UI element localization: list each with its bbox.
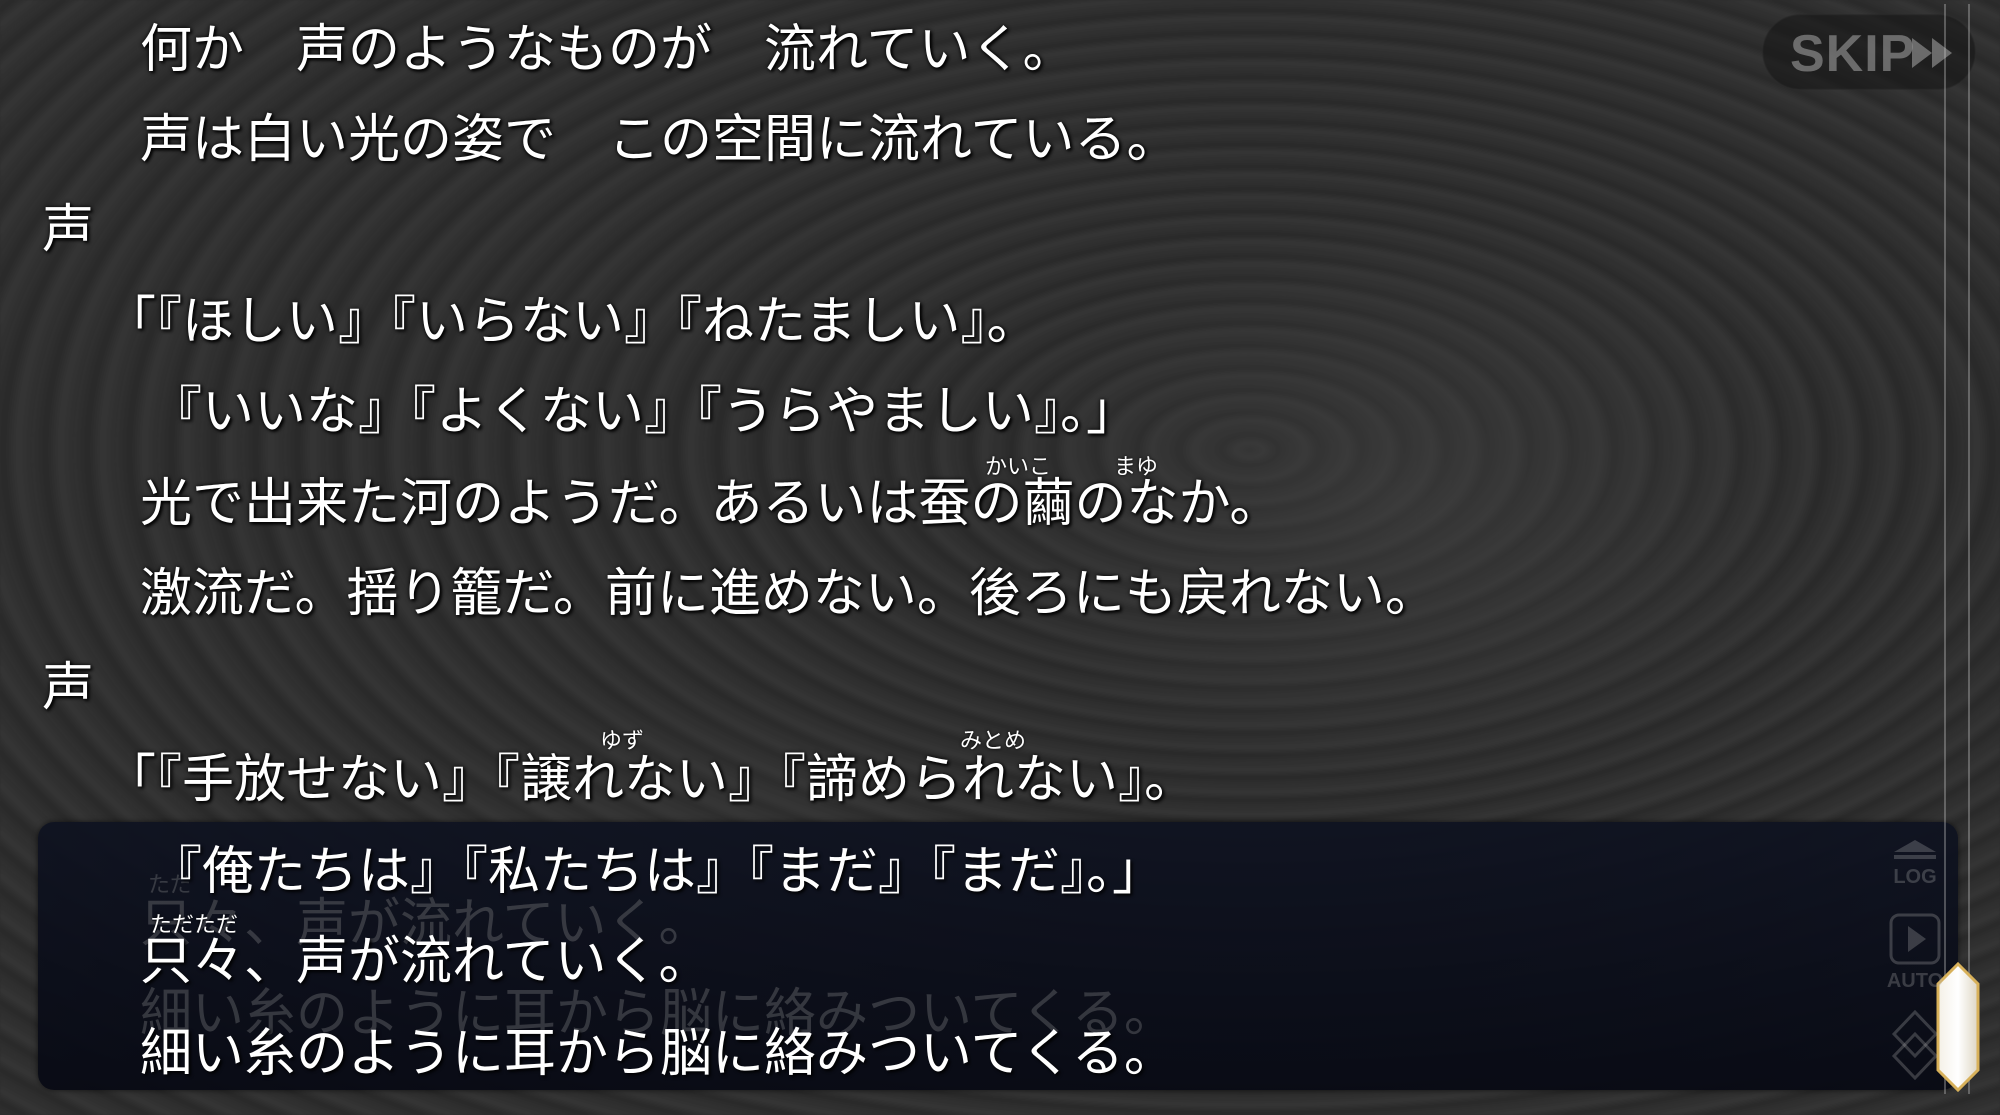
skip-label: SKIP	[1790, 25, 1916, 83]
log-line: 光で出来た河のようだ。あるいは蚕の繭のなか。	[140, 474, 1282, 534]
dialogue-line: 只々、声が流れていく。	[140, 932, 711, 992]
auto-button[interactable]: AUTO	[1884, 912, 1946, 993]
log-line: 「『ほしい』『いらない』『ねたましい』。	[104, 292, 1039, 352]
dialogue-line: 『俺たちは』『私たちは』『まだ』『まだ』。」	[150, 842, 1165, 902]
log-line: 何か 声のようなものが 流れていく。	[140, 20, 1075, 80]
auto-label: AUTO	[1886, 970, 1944, 992]
speaker-name: 声	[42, 200, 95, 260]
log-line: 激流だ。揺り籠だ。前に進めない。後ろにも戻れない。	[140, 564, 1437, 624]
log-icon	[1894, 840, 1936, 859]
log-line: 『いいな』『よくない』『うらやましい』。」	[150, 382, 1139, 442]
log-line: 声は白い光の姿で この空間に流れている。	[140, 110, 1179, 170]
log-button[interactable]: LOG	[1884, 838, 1946, 889]
dialogue-box[interactable]: ただ 只々、声が流れていく。 細い糸のように耳から脳に絡みついてくる。 『俺たち…	[38, 822, 1958, 1090]
log-label: LOG	[1893, 866, 1937, 888]
menu-button[interactable]	[1884, 1009, 1946, 1084]
play-icon	[1889, 913, 1941, 965]
dialogue-line: 細い糸のように耳から脳に絡みついてくる。	[140, 1024, 1176, 1084]
log-line: 「『手放せない』『譲れない』『諦められない』。	[104, 750, 1197, 810]
scrollbar-track[interactable]	[1944, 4, 1970, 1094]
speaker-name: 声	[42, 658, 95, 718]
diamond-menu-icon	[1891, 1009, 1939, 1081]
